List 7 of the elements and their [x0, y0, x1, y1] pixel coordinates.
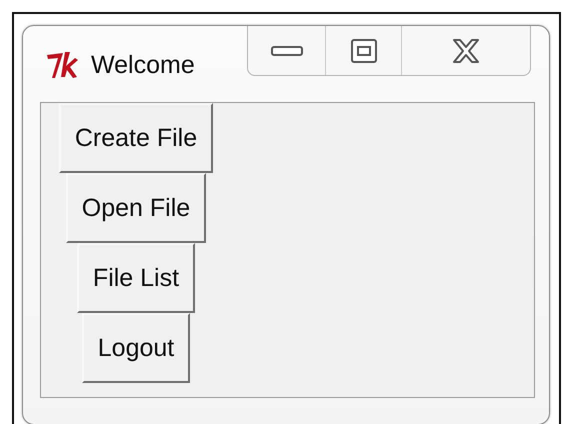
action-button[interactable]: Create File: [58, 103, 214, 173]
minimize-icon: [270, 44, 303, 58]
action-button[interactable]: Open File: [66, 173, 206, 243]
action-button[interactable]: File List: [76, 243, 196, 313]
action-button[interactable]: Logout: [82, 313, 190, 383]
window-title: Welcome: [91, 52, 195, 78]
maximize-icon: [350, 38, 378, 64]
